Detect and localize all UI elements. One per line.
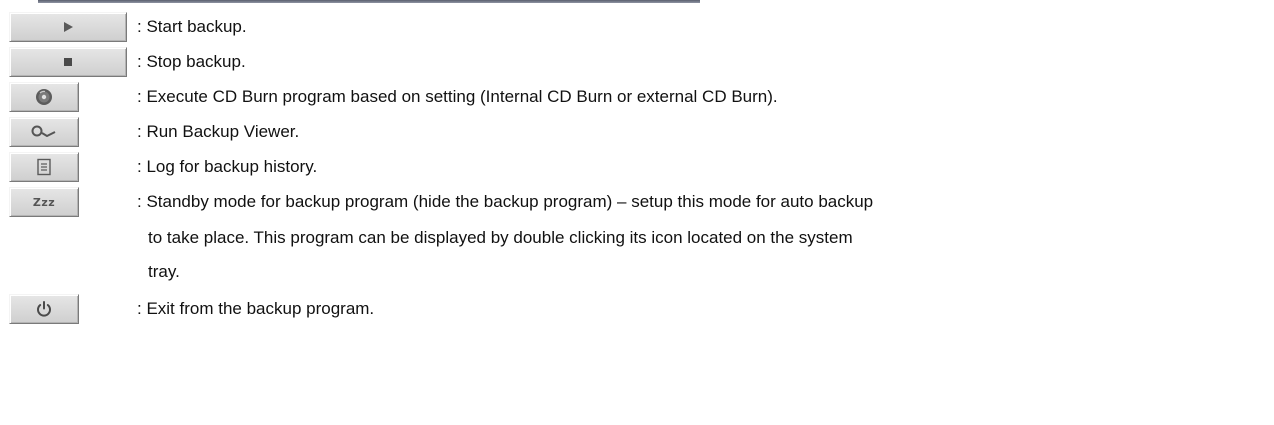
standby-icon: Zzz	[32, 195, 56, 209]
log-icon	[37, 158, 51, 176]
exit-description: : Exit from the backup program.	[137, 299, 375, 318]
cd-burn-button[interactable]	[9, 82, 79, 112]
top-divider	[38, 0, 700, 3]
standby-description-line-2: to take place. This program can be displ…	[148, 228, 853, 247]
standby-button[interactable]: Zzz	[9, 187, 79, 217]
standby-description-line-3: tray.	[148, 262, 180, 281]
start-backup-button[interactable]	[9, 12, 127, 42]
cd-burn-icon	[36, 89, 52, 105]
stop-icon	[64, 58, 72, 66]
cd-burn-description: : Execute CD Burn program based on setti…	[137, 87, 778, 106]
backup-viewer-description: : Run Backup Viewer.	[137, 122, 300, 141]
backup-viewer-button[interactable]	[9, 117, 79, 147]
log-description: : Log for backup history.	[137, 157, 318, 176]
standby-description: : Standby mode for backup program (hide …	[137, 192, 874, 211]
play-icon	[64, 22, 73, 32]
power-icon	[37, 301, 51, 317]
backup-viewer-icon	[31, 125, 56, 137]
stop-backup-description: : Stop backup.	[137, 52, 246, 71]
exit-button[interactable]	[9, 294, 79, 324]
start-backup-description: : Start backup.	[137, 17, 247, 36]
stop-backup-button[interactable]	[9, 47, 127, 77]
log-button[interactable]	[9, 152, 79, 182]
